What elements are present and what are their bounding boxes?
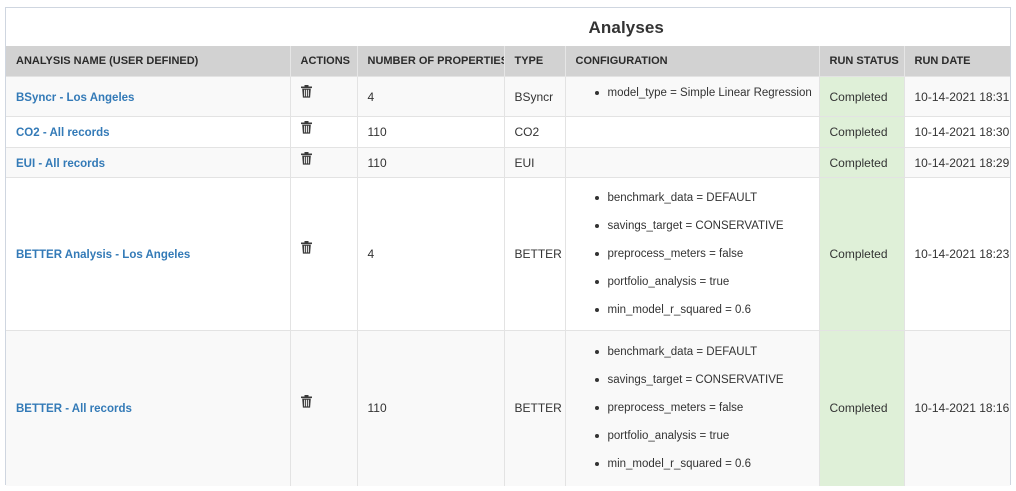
panel-title: Analyses — [588, 18, 664, 37]
trash-icon[interactable] — [300, 84, 312, 101]
configuration-list: model_type = Simple Linear Regression — [576, 86, 812, 100]
table-header-row: ANALYSIS NAME (USER DEFINED) ACTIONS NUM… — [6, 46, 1010, 77]
analysis-name-cell: EUI - All records — [6, 147, 291, 178]
properties-cell: 4 — [357, 177, 505, 331]
column-header-configuration[interactable]: CONFIGURATION — [565, 46, 820, 77]
column-header-run-status[interactable]: RUN STATUS — [819, 46, 905, 77]
configuration-item: benchmark_data = DEFAULT — [594, 338, 809, 366]
analysis-name-cell: BETTER Analysis - Los Angeles — [6, 177, 291, 331]
properties-cell: 110 — [357, 116, 505, 148]
configuration-item: savings_target = CONSERVATIVE — [594, 212, 809, 240]
type-cell: BSyncr — [504, 76, 566, 117]
column-header-properties[interactable]: NUMBER OF PROPERTIES — [357, 46, 505, 77]
analysis-name-cell: BSyncr - Los Angeles — [6, 76, 291, 117]
table-row: BETTER - All records 110 BETTER benchmark_d… — [6, 330, 1010, 486]
run-date-cell: 10-14-2021 18:29 — [904, 147, 1010, 178]
run-status-cell: Completed — [819, 330, 905, 486]
configuration-item: preprocess_meters = false — [594, 394, 809, 422]
run-status-cell: Completed — [819, 116, 905, 148]
analysis-name-link[interactable]: BETTER Analysis - Los Angeles — [16, 249, 190, 261]
properties-cell: 110 — [357, 147, 505, 178]
column-header-run-date[interactable]: RUN DATE — [904, 46, 1010, 77]
trash-icon[interactable] — [300, 121, 312, 137]
type-cell: EUI — [504, 147, 566, 178]
configuration-cell — [565, 116, 820, 148]
run-date-cell: 10-14-2021 18:30 — [904, 116, 1010, 148]
configuration-item: savings_target = CONSERVATIVE — [594, 366, 809, 394]
analysis-name-cell: BETTER - All records — [6, 330, 291, 486]
trash-icon[interactable] — [300, 151, 312, 168]
configuration-list: benchmark_data = DEFAULT savings_target =… — [576, 338, 809, 478]
properties-cell: 4 — [357, 76, 505, 117]
analysis-name-link[interactable]: BETTER - All records — [16, 403, 132, 415]
configuration-item: benchmark_data = DEFAULT — [594, 184, 809, 212]
run-date-cell: 10-14-2021 18:23 — [904, 177, 1010, 331]
actions-cell — [290, 76, 358, 117]
analyses-table: ANALYSIS NAME (USER DEFINED) ACTIONS NUM… — [6, 46, 1010, 486]
actions-cell — [290, 147, 358, 178]
configuration-item: min_model_r_squared = 0.6 — [594, 450, 809, 478]
table-row: BETTER Analysis - Los Angeles 4 BETTER benc… — [6, 177, 1010, 331]
table-row: EUI - All records 110 EUI Completed 10-14-20… — [6, 147, 1010, 178]
configuration-cell: benchmark_data = DEFAULT savings_target =… — [565, 330, 820, 486]
type-cell: BETTER — [504, 177, 566, 331]
type-cell: CO2 — [504, 116, 566, 148]
column-header-type[interactable]: TYPE — [504, 46, 566, 77]
column-header-actions[interactable]: ACTIONS — [290, 46, 358, 77]
run-status-cell: Completed — [819, 76, 905, 117]
analysis-name-link[interactable]: BSyncr - Los Angeles — [16, 92, 134, 104]
table-row: CO2 - All records 110 CO2 Completed 10-14-20… — [6, 116, 1010, 148]
configuration-item: preprocess_meters = false — [594, 240, 809, 268]
run-date-cell: 10-14-2021 18:31 — [904, 76, 1010, 117]
configuration-cell — [565, 147, 820, 178]
actions-cell — [290, 177, 358, 331]
column-header-name[interactable]: ANALYSIS NAME (USER DEFINED) — [6, 46, 291, 77]
analysis-name-link[interactable]: EUI - All records — [16, 158, 105, 170]
configuration-item: portfolio_analysis = true — [594, 422, 809, 450]
run-status-cell: Completed — [819, 177, 905, 331]
table-row: BSyncr - Los Angeles 4 BSyncr model_type = … — [6, 76, 1010, 117]
configuration-cell: model_type = Simple Linear Regression — [565, 76, 820, 117]
configuration-item: min_model_r_squared = 0.6 — [594, 296, 809, 324]
configuration-cell: benchmark_data = DEFAULT savings_target =… — [565, 177, 820, 331]
type-cell: BETTER — [504, 330, 566, 486]
actions-cell — [290, 330, 358, 486]
actions-cell — [290, 116, 358, 148]
trash-icon[interactable] — [300, 241, 312, 257]
configuration-item: model_type = Simple Linear Regression — [594, 87, 812, 99]
configuration-item: portfolio_analysis = true — [594, 268, 809, 296]
analysis-name-link[interactable]: CO2 - All records — [16, 127, 110, 139]
configuration-list: benchmark_data = DEFAULT savings_target =… — [576, 184, 809, 324]
properties-cell: 110 — [357, 330, 505, 486]
run-status-cell: Completed — [819, 147, 905, 178]
analyses-panel: Analyses ANALYSIS NAME (USER DEFINED) AC… — [5, 7, 1011, 486]
run-date-cell: 10-14-2021 18:16 — [904, 330, 1010, 486]
analysis-name-cell: CO2 - All records — [6, 116, 291, 148]
trash-icon[interactable] — [300, 395, 312, 411]
